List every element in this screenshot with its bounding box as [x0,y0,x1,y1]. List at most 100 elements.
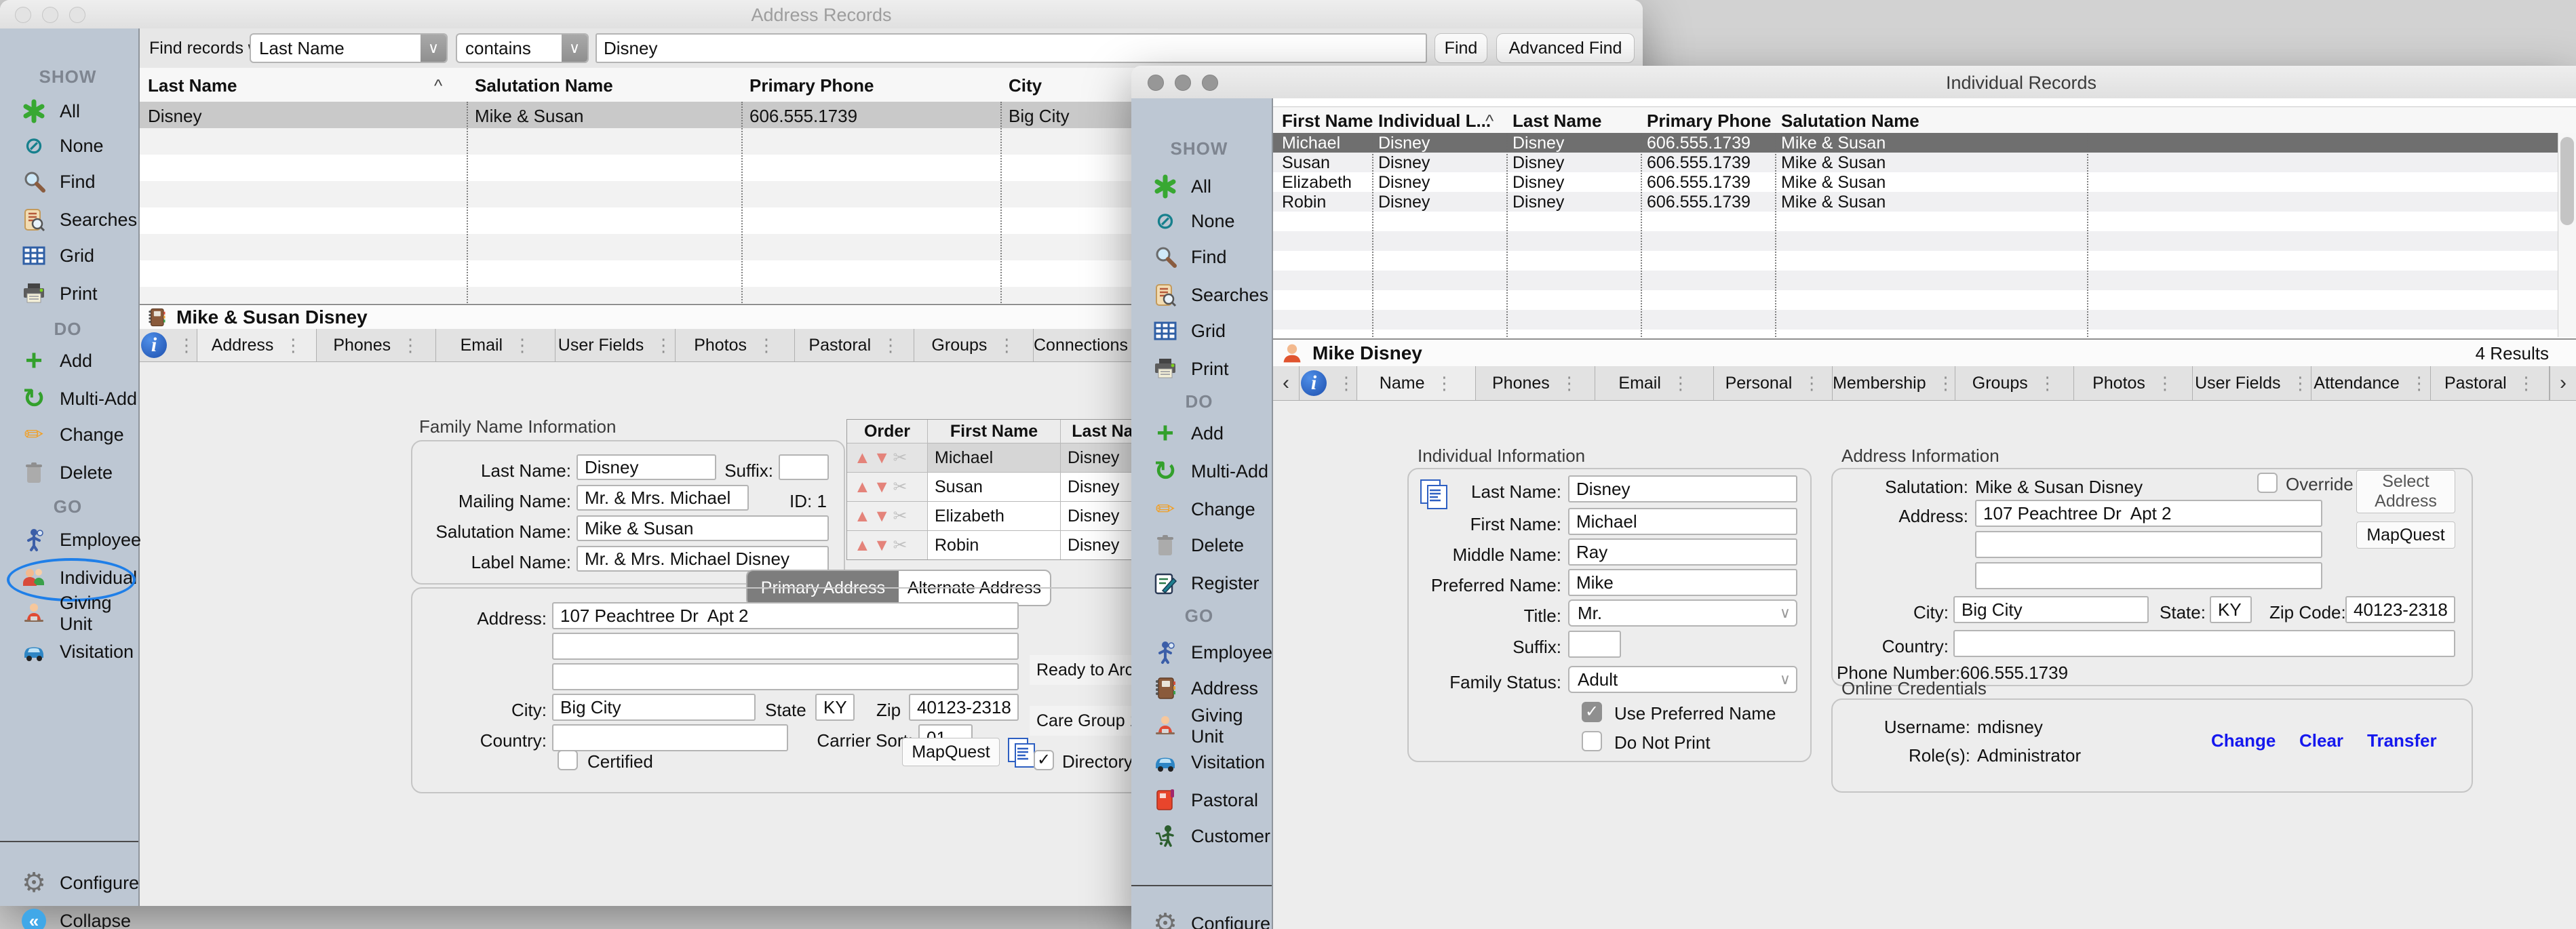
last-name-input[interactable] [1568,475,1797,502]
sidebar-item-employee[interactable]: Employee [1131,638,1272,667]
tab-membership[interactable]: Membership⋮ [1833,366,1955,400]
sidebar-item-giving-unit[interactable]: Giving Unit [0,599,138,628]
sidebar-item-print[interactable]: Print [0,279,138,308]
scissors-icon[interactable]: ✂ [893,477,908,497]
sidebar-item-grid[interactable]: Grid [0,241,138,270]
scrollbar-thumb[interactable] [2560,137,2574,225]
column-header-city[interactable]: City [1009,75,1042,96]
table-row[interactable]: Robin Disney Disney 606.555.1739 Mike & … [1273,192,2558,212]
sidebar-item-searches[interactable]: Searches [1131,281,1272,309]
tab-name[interactable]: Name⋮ [1357,366,1476,400]
address-line1-input[interactable] [1975,500,2322,527]
sidebar-item-all[interactable]: All [1131,172,1272,201]
field-dropdown[interactable]: Last Name ∨ [250,33,448,63]
country-input[interactable] [552,724,788,751]
do-not-print-checkbox[interactable] [1582,731,1602,751]
column-header-individual[interactable]: Individual L... [1378,111,1491,132]
column-header-last-name[interactable]: Last Name [148,75,237,96]
tab-phones[interactable]: Phones⋮ [1476,366,1595,400]
sidebar-item-visitation[interactable]: Visitation [1131,748,1272,776]
tab-grip[interactable]: ⋮ [758,335,775,356]
minimize-button[interactable] [42,7,58,23]
tab-grip[interactable]: ⋮ [2156,373,2174,394]
member-row[interactable]: ▲▼✂ Elizabeth Disney [847,501,1169,530]
zoom-button[interactable] [69,7,85,23]
table-row[interactable]: Susan Disney Disney 606.555.1739 Mike & … [1273,153,2558,172]
tab-groups[interactable]: Groups⋮ [1955,366,2074,400]
tab-address[interactable]: Address⋮ [197,329,317,361]
sidebar-item-address[interactable]: Address [1131,674,1272,703]
sidebar-item-add[interactable]: +Add [0,347,138,375]
label-name-input[interactable] [577,546,829,572]
column-header-order[interactable]: Order [847,420,927,443]
column-header-first-name[interactable]: First Name [1282,111,1373,132]
tab-grip[interactable]: ⋮ [2039,373,2056,394]
move-down-icon[interactable]: ▼ [874,477,891,497]
tab-grip[interactable]: ⋮ [2292,373,2309,394]
scissors-icon[interactable]: ✂ [893,448,908,468]
column-header-salutation[interactable]: Salutation Name [1781,111,1919,132]
tab-attendance[interactable]: Attendance⋮ [2311,366,2430,400]
member-row-selected[interactable]: ▲▼✂ Michael Disney [847,443,1169,472]
tab-email[interactable]: Email⋮ [436,329,555,361]
sidebar-item-none[interactable]: ⊘None [1131,207,1272,235]
address-line3-input[interactable] [1975,562,2322,589]
tab-grip[interactable]: ⋮ [1435,373,1453,394]
select-address-button[interactable]: Select Address [2356,470,2455,513]
tab-grip[interactable]: ⋮ [178,335,195,356]
close-button[interactable] [1148,75,1164,91]
tab-grip[interactable]: ⋮ [513,335,531,356]
tab-grip[interactable]: ⋮ [1561,373,1578,394]
move-down-icon[interactable]: ▼ [874,536,891,555]
family-suffix-input[interactable] [779,454,829,480]
tab-pastoral[interactable]: Pastoral⋮ [795,329,914,361]
individual-window-titlebar[interactable]: Individual Records [1131,66,2576,99]
sidebar-item-giving-unit[interactable]: Giving Unit [1131,712,1272,740]
tab-pastoral[interactable]: Pastoral⋮ [2431,366,2550,400]
sidebar-item-multi-add[interactable]: ↻Multi-Add [1131,457,1272,486]
use-preferred-name-checkbox[interactable]: ✓ [1582,702,1602,722]
title-dropdown[interactable]: Mr.∨ [1568,599,1797,627]
sidebar-item-visitation[interactable]: Visitation [0,637,138,666]
sidebar-item-register[interactable]: Register [1131,569,1272,597]
zip-code-input[interactable] [2345,596,2455,623]
tab-grip[interactable]: ⋮ [1338,373,1355,394]
mapquest-button[interactable]: MapQuest [902,738,1000,766]
family-status-dropdown[interactable]: Adult∨ [1568,666,1797,693]
table-row-selected[interactable]: Michael Disney Disney 606.555.1739 Mike … [1273,133,2558,153]
scissors-icon[interactable]: ✂ [893,535,908,555]
advanced-find-button[interactable]: Advanced Find [1496,33,1635,63]
address-line1-input[interactable] [552,602,1019,629]
tab-grip[interactable]: ⋮ [2518,373,2535,394]
tab-scroll-left[interactable]: ‹ [1273,366,1300,400]
sidebar-item-find[interactable]: Find [1131,243,1272,271]
sidebar-item-delete[interactable]: Delete [0,458,138,487]
tab-grip[interactable]: ⋮ [1937,373,1955,394]
operator-dropdown[interactable]: contains ∨ [456,33,589,63]
sidebar-item-pastoral[interactable]: Pastoral [1131,786,1272,814]
column-header-salutation[interactable]: Salutation Name [475,75,613,96]
column-header-phone[interactable]: Primary Phone [1647,111,1772,132]
middle-name-input[interactable] [1568,538,1797,566]
transfer-link[interactable]: Transfer [2367,730,2437,751]
tab-grip[interactable]: ⋮ [1672,373,1690,394]
tab-groups[interactable]: Groups⋮ [914,329,1034,361]
sidebar-item-multi-add[interactable]: ↻Multi-Add [0,384,138,413]
state-input[interactable] [815,694,855,721]
tab-grip[interactable]: ⋮ [882,335,899,356]
sidebar-item-print[interactable]: Print [1131,355,1272,383]
sidebar-item-grid[interactable]: Grid [1131,317,1272,345]
sidebar-item-collapse[interactable]: «Collapse [0,907,138,929]
tab-user-fields[interactable]: User Fields⋮ [2193,366,2311,400]
certified-checkbox[interactable] [558,750,578,770]
override-checkbox[interactable] [2257,473,2278,493]
preferred-name-input[interactable] [1568,569,1797,596]
tab-photos[interactable]: Photos⋮ [2074,366,2193,400]
column-header-first-name[interactable]: First Name [927,420,1060,443]
table-row[interactable]: Elizabeth Disney Disney 606.555.1739 Mik… [1273,172,2558,192]
tab-personal[interactable]: Personal⋮ [1714,366,1833,400]
tab-grip[interactable]: ⋮ [1803,373,1820,394]
address-line2-input[interactable] [552,633,1019,660]
move-up-icon[interactable]: ▲ [854,448,871,468]
tab-grip[interactable]: ⋮ [2411,373,2428,394]
